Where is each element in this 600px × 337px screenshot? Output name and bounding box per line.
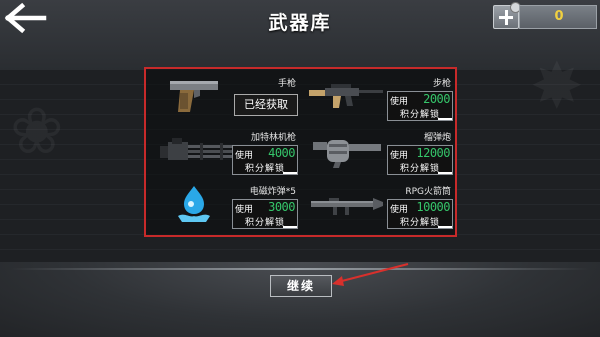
add-coins-button[interactable] [493, 2, 521, 29]
weapon-name: 手枪 [277, 79, 296, 89]
unlock-button[interactable]: 使用 3000 积分解锁 [232, 199, 298, 229]
unlock-button[interactable]: 使用 12000 积分解锁 [387, 145, 453, 175]
unlock-cost: 3000 [268, 200, 295, 214]
weapon-card-rifle[interactable]: 步枪 使用 2000 积分解锁 [305, 72, 455, 124]
grenade-launcher-icon [313, 140, 381, 168]
floor-highlight-line [10, 268, 590, 270]
unlock-cost: 2000 [423, 92, 450, 106]
rpg-icon [311, 198, 383, 215]
pistol-icon [170, 81, 218, 112]
background-decoration-right: ✸ [530, 50, 584, 124]
continue-button[interactable]: 继续 [270, 275, 332, 297]
weapon-name: RPG火箭筒 [405, 187, 451, 197]
unlock-cost: 10000 [416, 200, 450, 214]
coin-counter: 0 [519, 5, 597, 29]
weapon-card-em-bomb[interactable]: 电磁炸弹*5 使用 3000 积分解锁 [150, 180, 300, 232]
unlock-button[interactable]: 使用 2000 积分解锁 [387, 91, 453, 121]
weapon-panel: 手枪 已经获取 步枪 使用 2000 积分解锁 加特林机枪 使用 4000 积分… [144, 67, 457, 237]
weapon-card-grenade-launcher[interactable]: 榴弹炮 使用 12000 积分解锁 [305, 126, 455, 178]
gatling-icon [160, 138, 232, 160]
em-bomb-icon [178, 186, 210, 222]
weapon-card-gatling[interactable]: 加特林机枪 使用 4000 积分解锁 [150, 126, 300, 178]
unlock-button[interactable]: 使用 10000 积分解锁 [387, 199, 453, 229]
owned-status: 已经获取 [234, 94, 298, 116]
weapon-card-pistol[interactable]: 手枪 已经获取 [150, 72, 300, 124]
annotation-arrow-icon [332, 263, 409, 286]
weapon-name: 步枪 [432, 79, 451, 89]
weapon-name: 电磁炸弹*5 [249, 187, 296, 197]
floor-background [0, 262, 600, 337]
background-decoration-left: ❀ [10, 95, 64, 169]
unlock-cost: 12000 [416, 146, 450, 160]
weapon-card-rpg[interactable]: RPG火箭筒 使用 10000 积分解锁 [305, 180, 455, 232]
rifle-icon [309, 84, 383, 108]
weapon-name: 加特林机枪 [250, 133, 296, 143]
coin-value: 0 [554, 9, 564, 24]
weapon-name: 榴弹炮 [423, 133, 451, 143]
unlock-button[interactable]: 使用 4000 积分解锁 [232, 145, 298, 175]
unlock-cost: 4000 [268, 146, 295, 160]
